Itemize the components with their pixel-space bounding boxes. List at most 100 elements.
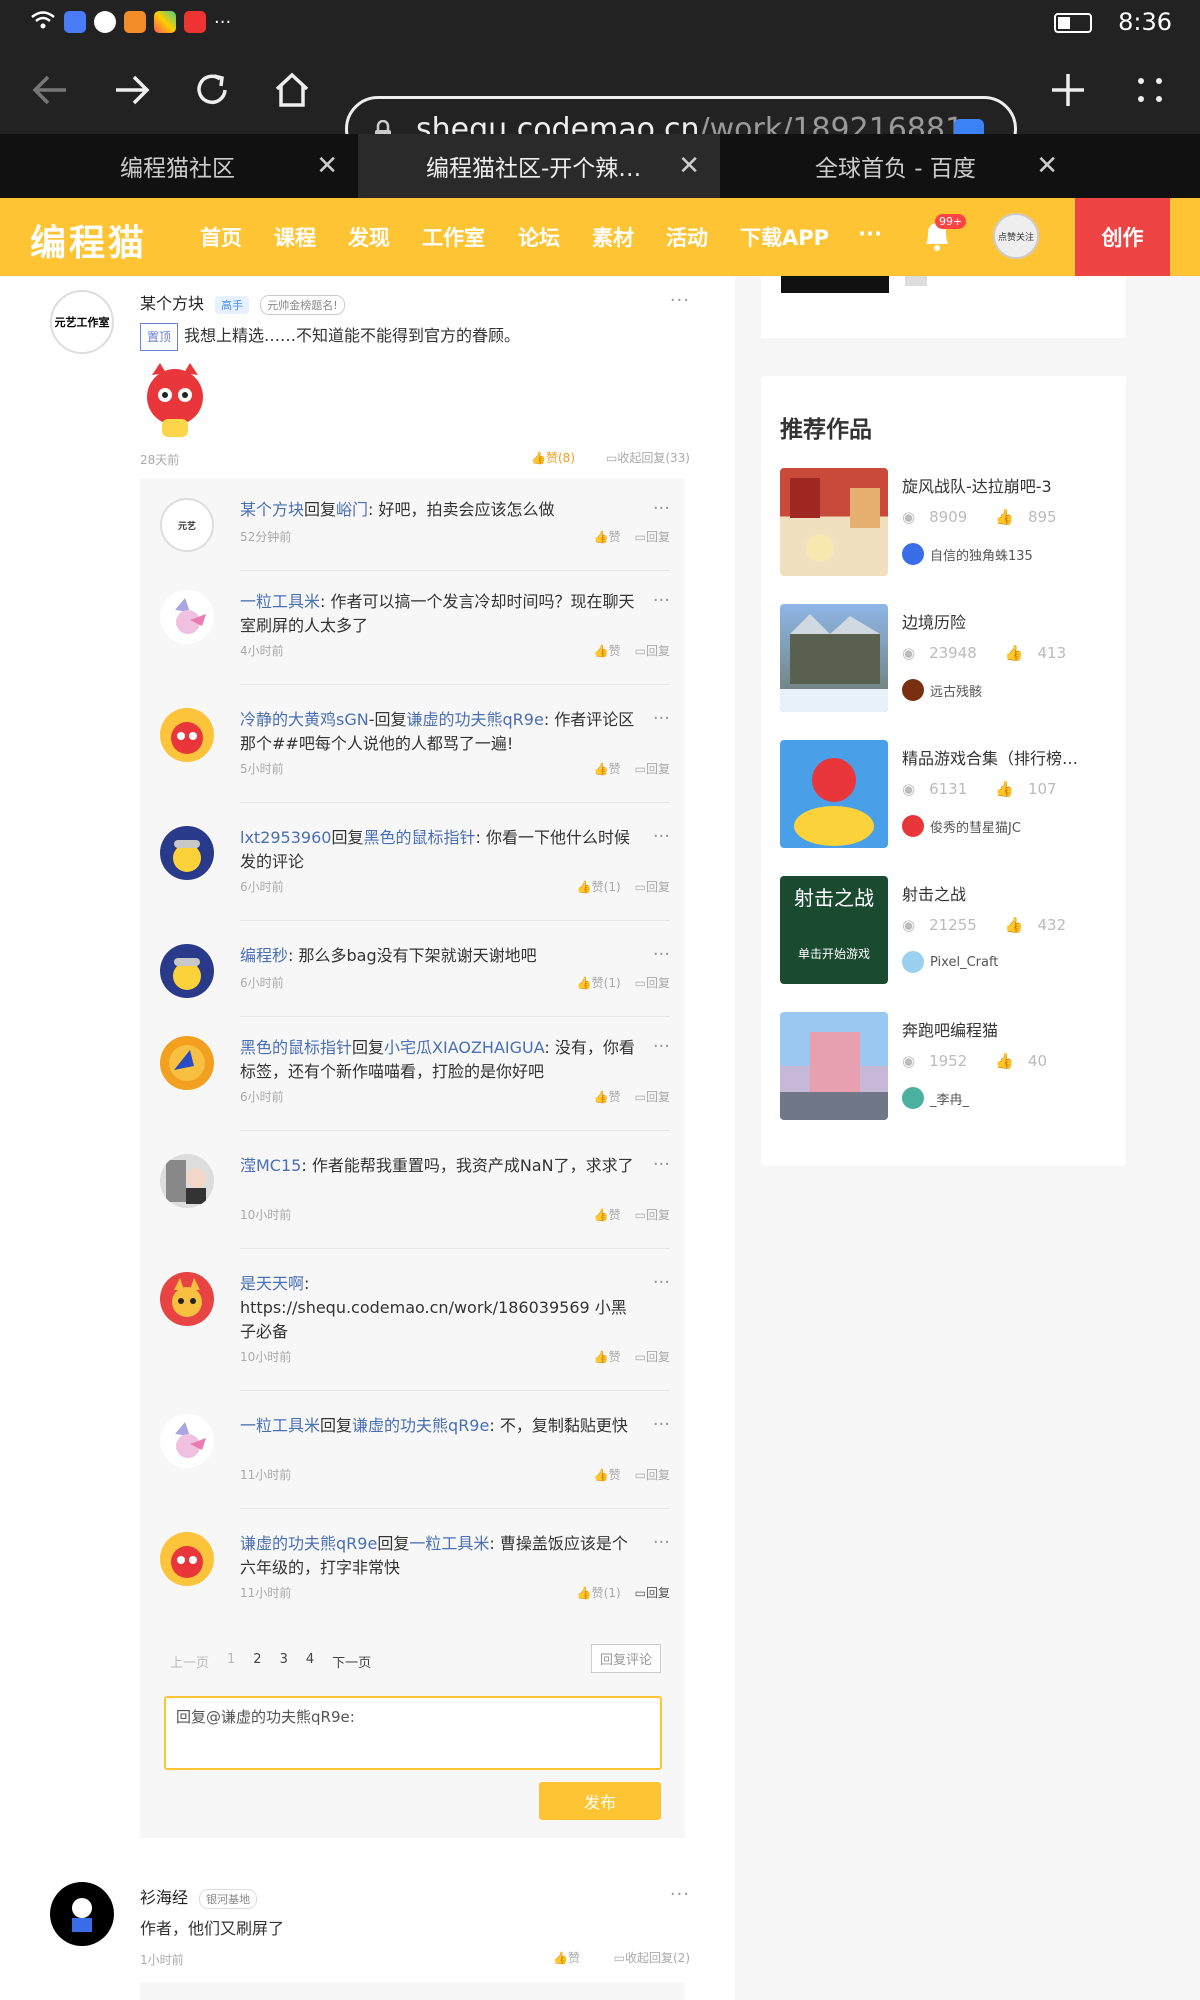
work-card[interactable]: 边境历险 ◉ 23948 👍 413 远古残骸	[780, 604, 1110, 714]
menu-button[interactable]	[1122, 62, 1178, 118]
more-options-icon[interactable]: ···	[653, 1272, 670, 1293]
reply-button[interactable]: ▭回复	[635, 642, 670, 659]
more-options-icon[interactable]: ···	[653, 1414, 670, 1435]
like-button[interactable]: 👍赞(1)	[577, 974, 621, 991]
like-button[interactable]: 👍赞	[594, 528, 621, 545]
work-author[interactable]: 俊秀的彗星猫JC	[930, 817, 1021, 836]
reply-target[interactable]: 小宅瓜XIAOZHAIGUA	[384, 1038, 544, 1057]
more-options-icon[interactable]: ···	[670, 1884, 690, 1905]
reply-button[interactable]: ▭回复	[635, 760, 670, 777]
work-author[interactable]: _李冉_	[930, 1089, 969, 1108]
more-options-icon[interactable]: ···	[670, 290, 690, 311]
more-options-icon[interactable]: ···	[653, 1532, 670, 1553]
like-button[interactable]: 👍赞	[594, 642, 621, 659]
forward-button[interactable]	[104, 62, 160, 118]
nav-item-courses[interactable]: 课程	[274, 222, 316, 252]
like-button[interactable]: 👍赞	[553, 1949, 580, 1966]
page-1[interactable]: 1	[227, 1652, 235, 1671]
work-card[interactable]: 奔跑吧编程猫 ◉ 1952 👍 40 _李冉_	[780, 1012, 1110, 1122]
work-title[interactable]: 旋风战队-达拉崩吧-3	[902, 473, 1102, 497]
reply-button[interactable]: ▭回复	[635, 1348, 670, 1365]
work-card[interactable]: 精品游戏合集（排行榜… ◉ 6131 👍 107 俊秀的彗星猫JC	[780, 740, 1110, 850]
avatar[interactable]	[160, 1154, 214, 1208]
collapse-replies-button[interactable]: ▭收起回复(33)	[606, 449, 690, 466]
work-author[interactable]: Pixel_Craft	[930, 955, 998, 970]
work-thumbnail[interactable]	[780, 1012, 888, 1120]
avatar[interactable]	[902, 815, 924, 837]
avatar[interactable]: 元艺	[160, 498, 214, 552]
avatar[interactable]	[905, 276, 927, 286]
work-title[interactable]: 边境历险	[902, 609, 1102, 633]
reply-button[interactable]: ▭回复	[635, 1206, 670, 1223]
avatar[interactable]	[160, 1532, 214, 1586]
tab-2[interactable]: 编程猫社区-开个辣… ✕	[358, 134, 720, 198]
tab-1[interactable]: 编程猫社区 ✕	[0, 134, 358, 198]
prev-page-button[interactable]: 上一页	[170, 1652, 209, 1671]
work-title[interactable]: 奔跑吧编程猫	[902, 1017, 1102, 1041]
like-button[interactable]: 👍赞(1)	[577, 1584, 621, 1601]
close-icon[interactable]: ✕	[316, 151, 338, 181]
reply-target[interactable]: 一粒工具米	[409, 1534, 489, 1553]
home-button[interactable]	[264, 62, 320, 118]
reply-button[interactable]: ▭回复	[635, 1088, 670, 1105]
collapse-replies-button[interactable]: ▭收起回复(2)	[614, 1949, 690, 1966]
nav-item-forum[interactable]: 论坛	[518, 222, 560, 252]
close-icon[interactable]: ✕	[678, 151, 700, 181]
avatar[interactable]	[160, 944, 214, 998]
avatar[interactable]	[160, 1272, 214, 1326]
avatar[interactable]	[160, 1414, 214, 1468]
reply-target[interactable]: 峪门	[336, 500, 368, 519]
site-logo[interactable]: 编程猫	[30, 214, 147, 266]
more-options-icon[interactable]: ···	[653, 1154, 670, 1175]
work-title[interactable]: 精品游戏合集（排行榜…	[902, 745, 1102, 769]
like-button[interactable]: 👍赞	[594, 760, 621, 777]
new-tab-button[interactable]	[1040, 62, 1096, 118]
reply-target[interactable]: 黑色的鼠标指针	[363, 828, 475, 847]
avatar[interactable]	[902, 543, 924, 565]
reply-button[interactable]: ▭回复	[635, 878, 670, 895]
page-4[interactable]: 4	[306, 1652, 314, 1671]
work-author[interactable]: 自信的独角蛛135	[930, 545, 1033, 564]
nav-item-discover[interactable]: 发现	[348, 222, 390, 252]
page-2[interactable]: 2	[253, 1652, 261, 1671]
work-thumbnail[interactable]	[781, 276, 889, 293]
reply-button[interactable]: ▭回复	[635, 1466, 670, 1483]
reply-target[interactable]: 谦虚的功夫熊qR9e	[407, 710, 544, 729]
next-page-button[interactable]: 下一页	[332, 1652, 371, 1671]
like-button[interactable]: 👍赞	[594, 1088, 621, 1105]
work-author[interactable]: 远古残骸	[930, 681, 982, 700]
avatar[interactable]	[902, 1087, 924, 1109]
nav-item-studio[interactable]: 工作室	[422, 222, 485, 252]
more-options-icon[interactable]: ···	[653, 498, 670, 519]
reply-username[interactable]: 某个方块	[240, 500, 304, 519]
more-options-icon[interactable]: ···	[653, 826, 670, 847]
create-button[interactable]: 创作	[1075, 198, 1170, 276]
reply-target[interactable]: 谦虚的功夫熊qR9e	[352, 1416, 489, 1435]
avatar[interactable]	[160, 1036, 214, 1090]
reply-button[interactable]: ▭回复	[635, 1584, 670, 1601]
avatar[interactable]	[50, 1882, 114, 1946]
reply-comment-button[interactable]: 回复评论	[590, 1644, 661, 1673]
nav-item-home[interactable]: 首页	[200, 222, 242, 252]
avatar[interactable]	[902, 679, 924, 701]
reply-button[interactable]: ▭回复	[635, 528, 670, 545]
work-thumbnail[interactable]	[780, 468, 888, 576]
reply-username[interactable]: 编程秒	[240, 946, 288, 965]
reply-username[interactable]: 冷静的大黄鸡sGN	[240, 710, 369, 729]
like-button[interactable]: 👍赞	[594, 1466, 621, 1483]
avatar[interactable]	[160, 708, 214, 762]
page-3[interactable]: 3	[280, 1652, 288, 1671]
reply-button[interactable]: ▭回复	[635, 974, 670, 991]
nav-more[interactable]: ···	[858, 222, 882, 246]
reply-input[interactable]: 回复@谦虚的功夫熊qR9e:	[164, 1696, 662, 1770]
avatar[interactable]: 点赞关注	[993, 213, 1039, 259]
reply-username[interactable]: 一粒工具米	[240, 1416, 320, 1435]
reply-username[interactable]: lxt2953960	[240, 828, 331, 847]
tab-3[interactable]: 全球首负 - 百度 ✕	[720, 134, 1078, 198]
reply-username[interactable]: 一粒工具米	[240, 592, 320, 611]
avatar[interactable]	[160, 590, 214, 644]
avatar[interactable]	[902, 951, 924, 973]
nav-item-download-app[interactable]: 下载APP	[740, 222, 829, 252]
nav-item-events[interactable]: 活动	[666, 222, 708, 252]
like-button[interactable]: 👍赞(8)	[531, 449, 575, 466]
